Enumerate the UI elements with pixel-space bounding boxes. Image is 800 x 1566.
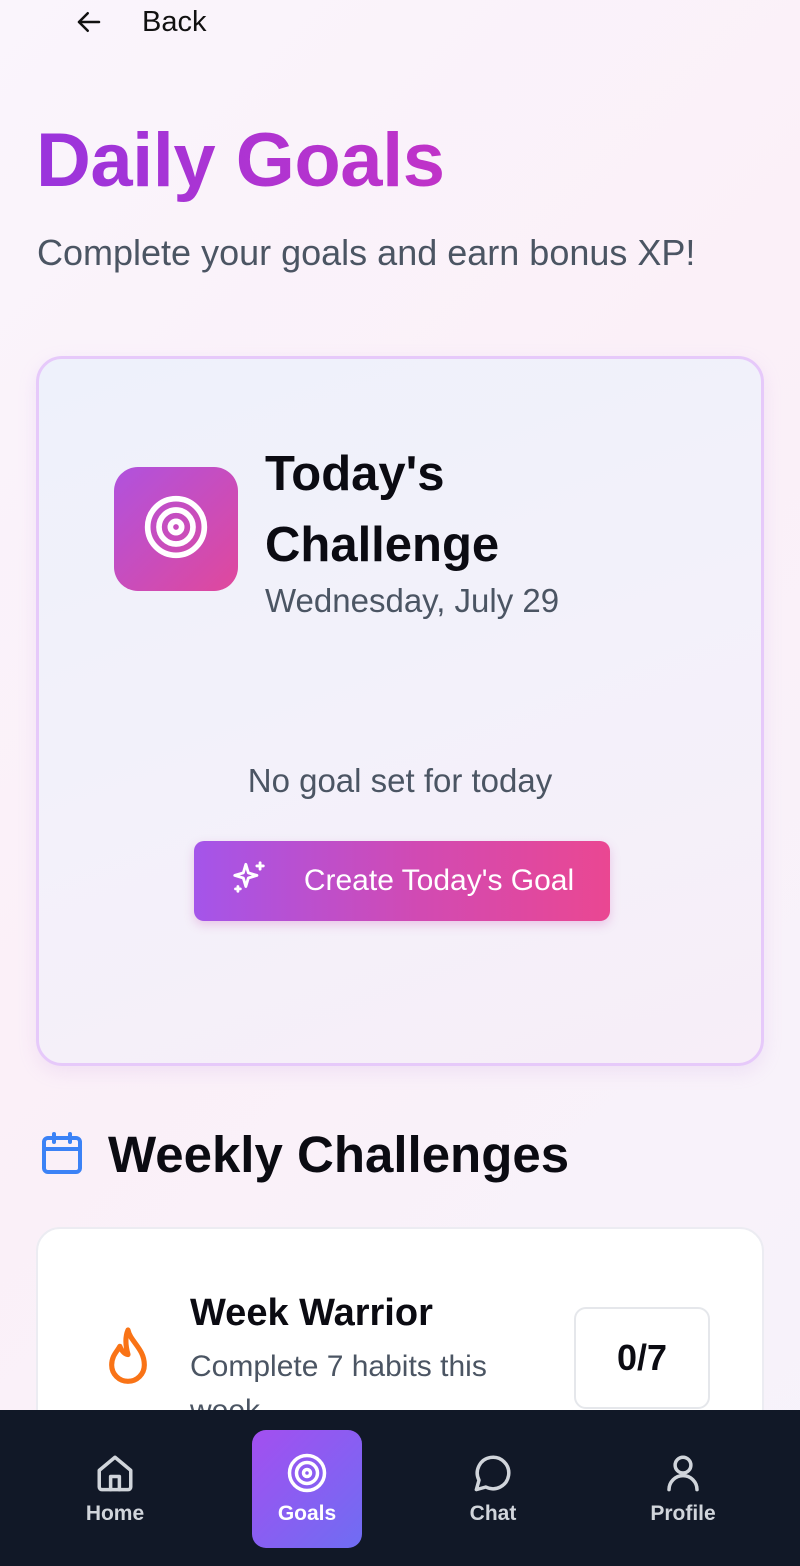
page-subtitle: Complete your goals and earn bonus XP!: [37, 232, 696, 273]
page-title: Daily Goals: [36, 116, 445, 206]
back-label: Back: [142, 5, 207, 38]
home-icon: [94, 1452, 136, 1494]
create-goal-label: Create Today's Goal: [303, 864, 575, 897]
card-title: Today's Challenge: [265, 447, 500, 572]
todays-challenge-card: Today's Challenge Wednesday, July 29 No …: [36, 356, 764, 1066]
target-icon-tile: [114, 467, 238, 591]
weekly-challenges-header: Weekly Challenges: [38, 1122, 569, 1188]
nav-label-profile: Profile: [650, 1502, 716, 1525]
challenge-progress-badge: 0/7: [574, 1307, 710, 1409]
arrow-left-icon: [74, 7, 104, 37]
weekly-challenges-title: Weekly Challenges: [108, 1126, 570, 1183]
nav-label-home: Home: [85, 1502, 145, 1525]
target-icon: [142, 493, 210, 566]
nav-item-profile[interactable]: Profile: [628, 1430, 738, 1548]
nav-item-goals[interactable]: Goals: [252, 1430, 362, 1548]
card-date: Wednesday, July 29: [265, 582, 560, 619]
flame-icon: [100, 1325, 156, 1396]
nav-item-chat[interactable]: Chat: [438, 1430, 548, 1548]
challenge-title: Week Warrior: [190, 1292, 433, 1334]
target-icon: [286, 1452, 328, 1494]
chat-bubble-icon: [472, 1452, 514, 1494]
create-todays-goal-button[interactable]: Create Today's Goal: [194, 841, 610, 921]
empty-state-text: No goal set for today: [247, 762, 553, 799]
calendar-icon: [38, 1128, 86, 1183]
bottom-nav: Home Goals Chat Profile: [0, 1410, 800, 1566]
sparkles-icon: [230, 858, 268, 904]
nav-item-home[interactable]: Home: [60, 1430, 170, 1548]
nav-label-goals: Goals: [277, 1502, 337, 1525]
nav-label-chat: Chat: [469, 1502, 517, 1525]
user-icon: [662, 1452, 704, 1494]
back-button[interactable]: Back: [74, 2, 206, 42]
